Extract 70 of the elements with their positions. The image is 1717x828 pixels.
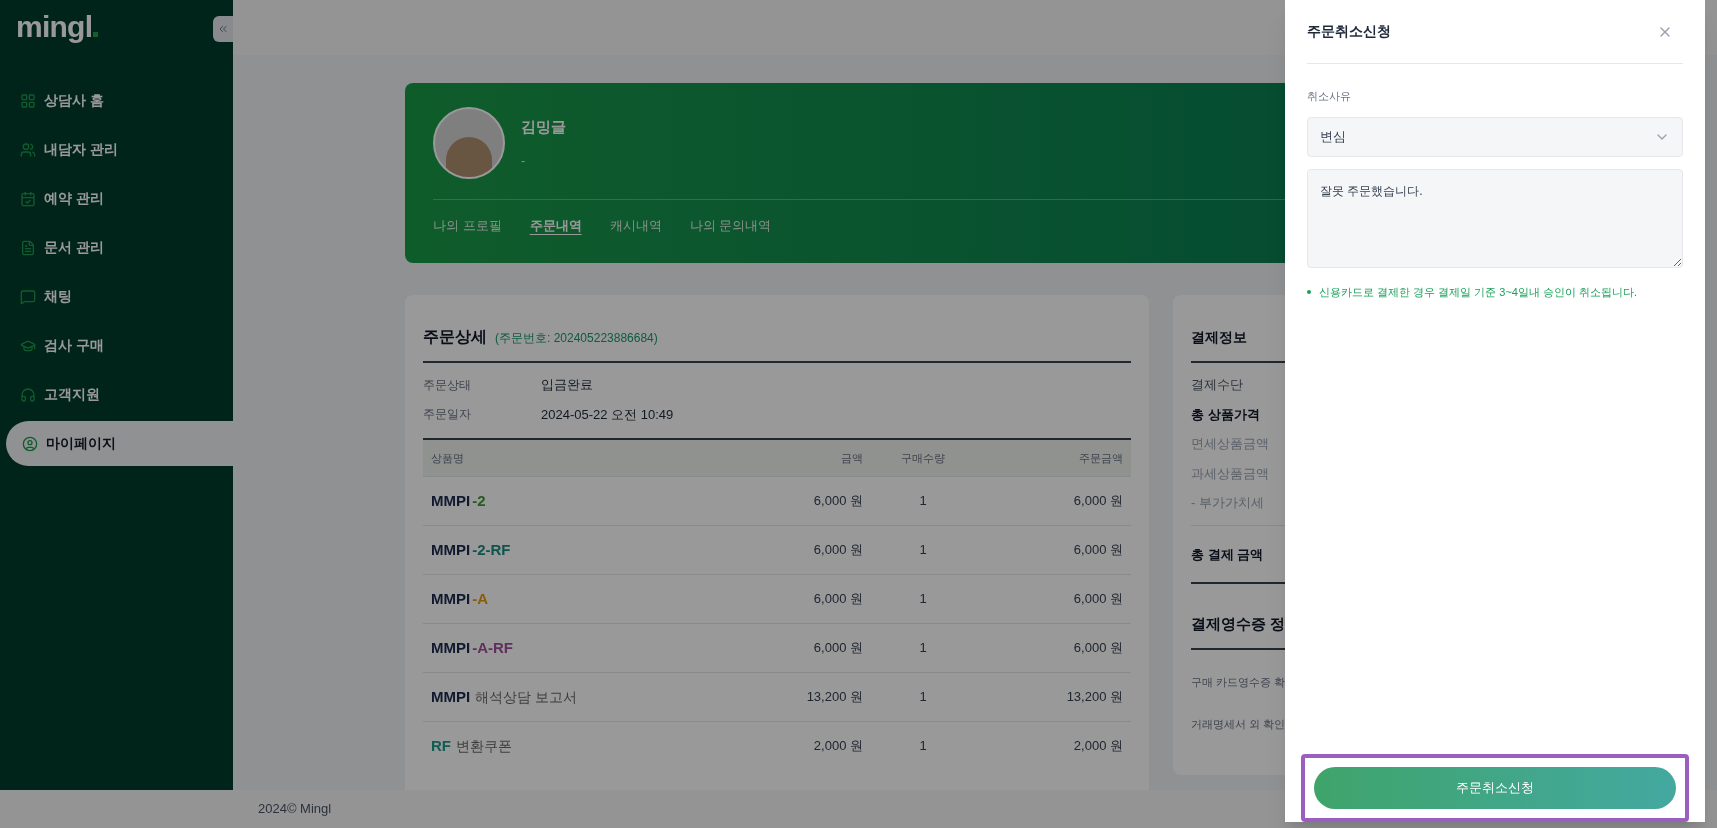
profile-name: 김밍글	[521, 117, 566, 137]
total-cell-text: 6,000 원	[1072, 590, 1123, 609]
bullet-icon	[1307, 289, 1311, 294]
chat-icon	[20, 288, 36, 305]
cancel-note: 신용카드로 결제한 경우 결제일 기준 3~4일내 승인이 취소됩니다.	[1319, 284, 1638, 300]
product-name: MMPI 해석상담 보고서	[431, 686, 578, 707]
price-cell-text: 13,200 원	[805, 688, 863, 707]
reason-label: 취소사유	[1307, 89, 1352, 104]
payment-row-label: - 부가가치세	[1191, 494, 1265, 512]
total-cell-text: 6,000 원	[1072, 492, 1123, 511]
field-value: 2024-05-22 오전 10:49	[541, 405, 674, 424]
receipt-row-label: 구매 카드영수증 확	[1191, 674, 1287, 690]
quantity-cell-text: 1	[918, 541, 928, 560]
grid-icon	[20, 92, 36, 109]
user-icon	[22, 435, 38, 452]
payment-row-label: 총 상품가격	[1191, 405, 1261, 424]
calendar-icon	[20, 190, 36, 207]
total-cell-text: 2,000 원	[1072, 737, 1123, 756]
total-cell-text: 6,000 원	[1072, 541, 1123, 560]
submit-button[interactable]: 주문취소신청	[1314, 767, 1676, 809]
price-cell-text: 2,000 원	[812, 737, 863, 756]
sidebar-item[interactable]: 문서 관리	[0, 225, 233, 270]
payment-row-label: 결제수단	[1191, 376, 1244, 394]
field-value: 입금완료	[541, 376, 593, 394]
document-icon	[20, 239, 36, 256]
order-detail-title: 주문상세	[423, 327, 487, 347]
payment-info-title: 결제정보	[1191, 329, 1247, 345]
sidebar-item[interactable]: 내담자 관리	[0, 127, 233, 172]
message-field[interactable]: 잘못 주문했습니다.	[1307, 168, 1683, 268]
grand-total-label: 총 결제 금액	[1191, 546, 1264, 562]
logo: mingl	[16, 12, 99, 42]
payment-row-label: 면세상품금액	[1191, 435, 1270, 453]
table-header: 상품명 금액 구매수량 주문금액	[423, 438, 1131, 476]
sidebar-item[interactable]: 채팅	[0, 274, 233, 319]
headset-icon	[20, 386, 36, 403]
product-name: MMPI-2	[431, 490, 486, 511]
price-cell-text: 6,000 원	[812, 590, 863, 609]
total-cell-text: 6,000 원	[1072, 639, 1123, 658]
payment-row-label: 과세상품금액	[1191, 464, 1270, 483]
receipt-title: 결제영수증 정	[1191, 614, 1286, 632]
order-number: (주문번호: 202405223886684)	[495, 330, 658, 347]
users-icon	[20, 141, 36, 158]
sidebar-item[interactable]: 예약 관리	[0, 176, 233, 221]
profile-tab[interactable]: 주문내역	[529, 216, 582, 236]
quantity-cell-text: 1	[918, 688, 928, 707]
product-name: MMPI-A-RF	[431, 637, 513, 658]
product-name: MMPI-2-RF	[431, 539, 511, 560]
receipt-row-label: 거래명세서 외 확인	[1191, 717, 1287, 732]
field-label: 주문상태	[423, 376, 472, 394]
reason-select[interactable]: 변심	[1307, 116, 1683, 157]
field-label: 주문일자	[423, 406, 472, 424]
product-name: RF 변환쿠폰	[431, 735, 512, 756]
quantity-cell-text: 1	[918, 737, 928, 756]
quantity-cell-text: 1	[918, 590, 928, 609]
price-cell-text: 6,000 원	[812, 492, 863, 511]
price-cell-text: 6,000 원	[812, 639, 863, 658]
sidebar-item[interactable]: 검사 구매	[0, 323, 233, 368]
sidebar-item[interactable]: 고객지원	[0, 372, 233, 417]
price-cell-text: 6,000 원	[812, 541, 863, 560]
collapse-button[interactable]	[213, 16, 233, 42]
product-name: MMPI-A	[431, 588, 488, 609]
drawer-title: 주문취소신청	[1307, 22, 1391, 41]
copyright-text: 2024© Mingl	[258, 800, 332, 819]
quantity-cell-text: 1	[918, 639, 928, 658]
total-cell-text: 13,200 원	[1065, 688, 1123, 707]
profile-subtitle: -	[521, 151, 527, 170]
chevrons-left-icon	[217, 23, 229, 35]
sidebar-item[interactable]: 상담사 홈	[0, 78, 233, 123]
quantity-cell-text: 1	[918, 492, 928, 511]
sidebar-item[interactable]: 마이페이지	[6, 421, 233, 466]
